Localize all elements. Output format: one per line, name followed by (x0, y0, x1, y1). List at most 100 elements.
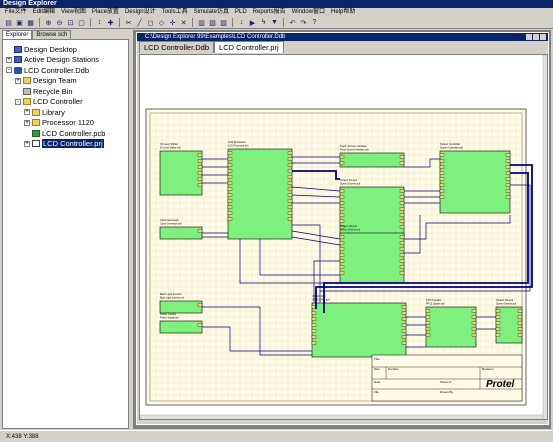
toolbar-separator (232, 18, 233, 27)
sheet-symbol-file: Screen Drivers.sch (340, 229, 361, 232)
menu-item[interactable]: Simulate仿真 (191, 8, 232, 17)
sheet-entry (287, 193, 293, 197)
close-icon[interactable] (540, 34, 546, 40)
app-titlebar: Design Explorer (0, 0, 553, 8)
title-block-date: Date (374, 380, 381, 384)
tree-item[interactable]: Design Desktop (6, 44, 77, 54)
sheet-entry (399, 189, 405, 193)
sheet-entry (471, 333, 477, 337)
menu-item[interactable]: Edit编辑 (30, 8, 58, 17)
tree-item[interactable]: + Library (24, 107, 65, 117)
sheet-symbol (311, 302, 407, 358)
sheet-entry (339, 213, 345, 217)
collapse-icon[interactable]: - (15, 98, 21, 105)
browse-icon[interactable]: ▧ (208, 18, 217, 27)
tree-item[interactable]: - LCD Controller.Ddb (6, 65, 89, 75)
open-folder-icon[interactable]: ▤ (4, 18, 13, 27)
cut-icon[interactable]: ✂ (124, 18, 133, 27)
tree-item[interactable]: - LCD Controller (15, 97, 83, 107)
tab-ddb[interactable]: LCD Controller.Ddb (139, 41, 215, 53)
help-icon[interactable]: ? (310, 18, 319, 27)
move-icon[interactable]: ✛ (168, 18, 177, 27)
wire-icon[interactable]: ╱ (135, 18, 144, 27)
menu-item[interactable]: Help帮助 (328, 8, 358, 17)
station-icon (14, 56, 22, 63)
print-icon[interactable]: ▦ (26, 18, 35, 27)
undo-icon[interactable]: ↶ (288, 18, 297, 27)
sheet-entry (227, 163, 233, 167)
menu-item[interactable]: File文件 (2, 8, 30, 17)
main-toolbar: ▤ ▣ ▦ ⊕ ⊖ ⊡ ▢ ↕ ✚ ✂ ╱ ◻ ◇ ✛ ✕ ▥ ▧ ▨ ↓ ▶ … (0, 17, 553, 29)
sheet-entry (399, 225, 405, 229)
select-area-icon[interactable]: ◻ (146, 18, 155, 27)
collapse-icon[interactable]: - (6, 67, 12, 73)
redo-icon[interactable]: ↷ (299, 18, 308, 27)
sheet-entry (517, 327, 523, 331)
sheet-entry (339, 265, 345, 269)
zoom-out-icon[interactable]: ⊖ (55, 18, 64, 27)
tree-item[interactable]: LCD Controller.pcb (24, 128, 105, 138)
menu-item[interactable]: Place放置 (89, 8, 122, 17)
sheet-entry (439, 153, 445, 157)
probe-icon[interactable]: ↓ (237, 18, 246, 27)
menu-item[interactable]: PLD (232, 8, 250, 17)
library-icon[interactable]: ▥ (197, 18, 206, 27)
title-block-title: Title (374, 357, 380, 361)
deselect-icon[interactable]: ◇ (157, 18, 166, 27)
expand-icon[interactable]: + (24, 119, 30, 126)
vertical-scrollbar (542, 55, 547, 419)
expand-icon[interactable]: + (15, 77, 21, 84)
tree-item-label: Active Design Stations (24, 55, 100, 64)
menu-item[interactable]: View视图 (58, 8, 89, 17)
maximize-icon[interactable] (533, 34, 539, 40)
compile-icon[interactable]: ▨ (219, 18, 228, 27)
tree-item[interactable]: + Active Design Stations (6, 55, 99, 65)
menu-item[interactable]: Tools工具 (159, 8, 191, 17)
schematic-canvas[interactable]: IO Level Shifter IO Level Shifter.sch LCD … (139, 54, 548, 420)
sheet-entry (399, 195, 405, 199)
window-buttons (526, 34, 546, 40)
minimize-icon[interactable] (526, 34, 532, 40)
tree-item-label: LCD Controller.Ddb (24, 65, 90, 75)
bookmark-icon[interactable]: ▼ (270, 18, 279, 27)
schematic-drawing[interactable]: IO Level ShifterIO Level Shifter.sch LCD … (140, 55, 548, 420)
tree-item[interactable]: + LCD Controller.prj (24, 139, 104, 149)
tab-prj[interactable]: LCD Controller.prj (214, 41, 284, 53)
tab-explorer[interactable]: Explorer (2, 30, 33, 39)
sheet-symbol-name: Power Supply (160, 312, 177, 316)
menu-item[interactable]: Window窗口 (289, 8, 328, 17)
sheet-entry (425, 315, 431, 319)
expand-icon[interactable]: + (6, 56, 12, 63)
database-icon (14, 66, 22, 74)
cross-icon[interactable]: ✕ (179, 18, 188, 27)
tree-item-label: Library (42, 107, 65, 117)
tree-item[interactable]: + Design Team (15, 76, 77, 86)
sheet-symbol-file: Touch Screen Interface.sch (340, 149, 370, 152)
desktop-icon (14, 45, 22, 53)
zoom-fit-icon[interactable]: ⊡ (66, 18, 75, 27)
sheet-entry (287, 181, 293, 185)
menu-bar: File文件 Edit编辑 View视图 Place放置 Design设计 Tools工具… (0, 8, 553, 17)
zoom-in-icon[interactable]: ⊕ (44, 18, 53, 27)
cursor-coordinates: X:438 Y:388 (6, 434, 39, 440)
team-icon (23, 77, 31, 84)
tree-item[interactable]: Recycle Bin (15, 86, 73, 96)
save-icon[interactable]: ▣ (15, 18, 24, 27)
hierarchy-icon[interactable]: ↕ (95, 18, 104, 27)
expand-icon[interactable]: + (24, 109, 30, 115)
cross-probe-icon[interactable]: ✚ (106, 18, 115, 27)
sheet-entry (399, 201, 405, 205)
sheet-entry (287, 151, 293, 155)
lightning-icon[interactable]: ϟ (259, 18, 268, 27)
flag-icon[interactable]: ▶ (248, 18, 257, 27)
expand-icon[interactable]: + (24, 140, 30, 147)
sheet-entry (399, 161, 405, 165)
menu-item[interactable]: Design设计 (122, 8, 159, 17)
sheet-entry (505, 195, 511, 199)
zoom-area-icon[interactable]: ▢ (77, 18, 86, 27)
sheet-entry (311, 317, 317, 321)
tree-item[interactable]: + Processor 1120 (24, 118, 94, 128)
tab-browse-sch[interactable]: Browse sch (32, 30, 72, 39)
menu-item[interactable]: Reports报告 (250, 8, 289, 17)
